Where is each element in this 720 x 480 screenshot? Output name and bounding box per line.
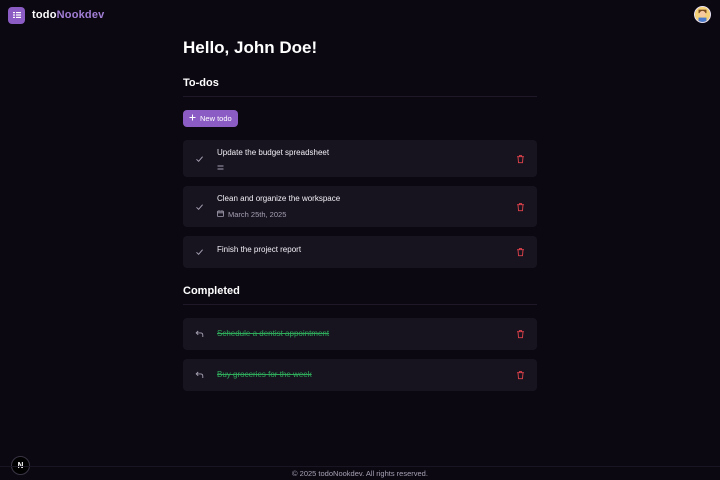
completed-divider [183, 304, 537, 305]
check-icon[interactable] [195, 154, 204, 163]
undo-icon[interactable] [195, 330, 204, 339]
trash-icon [517, 248, 524, 257]
footer-divider [0, 466, 720, 467]
trash-icon [517, 330, 524, 339]
new-todo-button[interactable]: New todo [183, 110, 238, 127]
delete-todo-button[interactable] [516, 202, 525, 211]
notes-icon [217, 163, 224, 172]
todo-item: Update the budget spreadsheet [183, 140, 537, 177]
todo-title[interactable]: Finish the project report [217, 245, 301, 254]
todo-item: Finish the project report [183, 236, 537, 268]
undo-icon[interactable] [195, 371, 204, 380]
check-icon[interactable] [195, 248, 204, 257]
todo-due-date: March 25th, 2025 [217, 210, 286, 219]
completed-section-title: Completed [183, 285, 240, 297]
brand-name: todoNookdev [32, 9, 104, 21]
delete-todo-button[interactable] [516, 371, 525, 380]
plus-icon [189, 114, 196, 123]
notes-indicator [217, 163, 224, 172]
main-content: Hello, John Doe! To-dos New todo Update … [183, 38, 537, 391]
calendar-icon [217, 210, 224, 219]
list-logo-icon [8, 6, 25, 24]
completed-title[interactable]: Schedule a dentist appointment [217, 329, 329, 338]
delete-todo-button[interactable] [516, 154, 525, 163]
delete-todo-button[interactable] [516, 330, 525, 339]
brand-logo[interactable]: todoNookdev [8, 6, 104, 24]
user-avatar-icon[interactable] [694, 6, 711, 23]
trash-icon [517, 202, 524, 211]
completed-item: Schedule a dentist appointment [183, 318, 537, 350]
footer-copyright: © 2025 todoNookdev. All rights reserved. [292, 469, 428, 478]
delete-todo-button[interactable] [516, 248, 525, 257]
check-icon[interactable] [195, 202, 204, 211]
due-date-text: March 25th, 2025 [228, 210, 287, 219]
brand-prefix: todo [32, 9, 57, 21]
greeting-heading: Hello, John Doe! [183, 38, 318, 57]
top-bar: todoNookdev [0, 0, 720, 30]
brand-suffix: Nookdev [56, 9, 105, 21]
completed-title[interactable]: Buy groceries for the week [217, 370, 312, 379]
todo-item: Clean and organize the workspace March 2… [183, 186, 537, 227]
completed-item: Buy groceries for the week [183, 359, 537, 391]
todos-section-title: To-dos [183, 77, 219, 89]
new-todo-label: New todo [200, 114, 232, 123]
todos-divider [183, 96, 537, 97]
todo-title[interactable]: Clean and organize the workspace [217, 194, 340, 203]
trash-icon [517, 154, 524, 163]
trash-icon [517, 371, 524, 380]
todo-title[interactable]: Update the budget spreadsheet [217, 148, 329, 157]
